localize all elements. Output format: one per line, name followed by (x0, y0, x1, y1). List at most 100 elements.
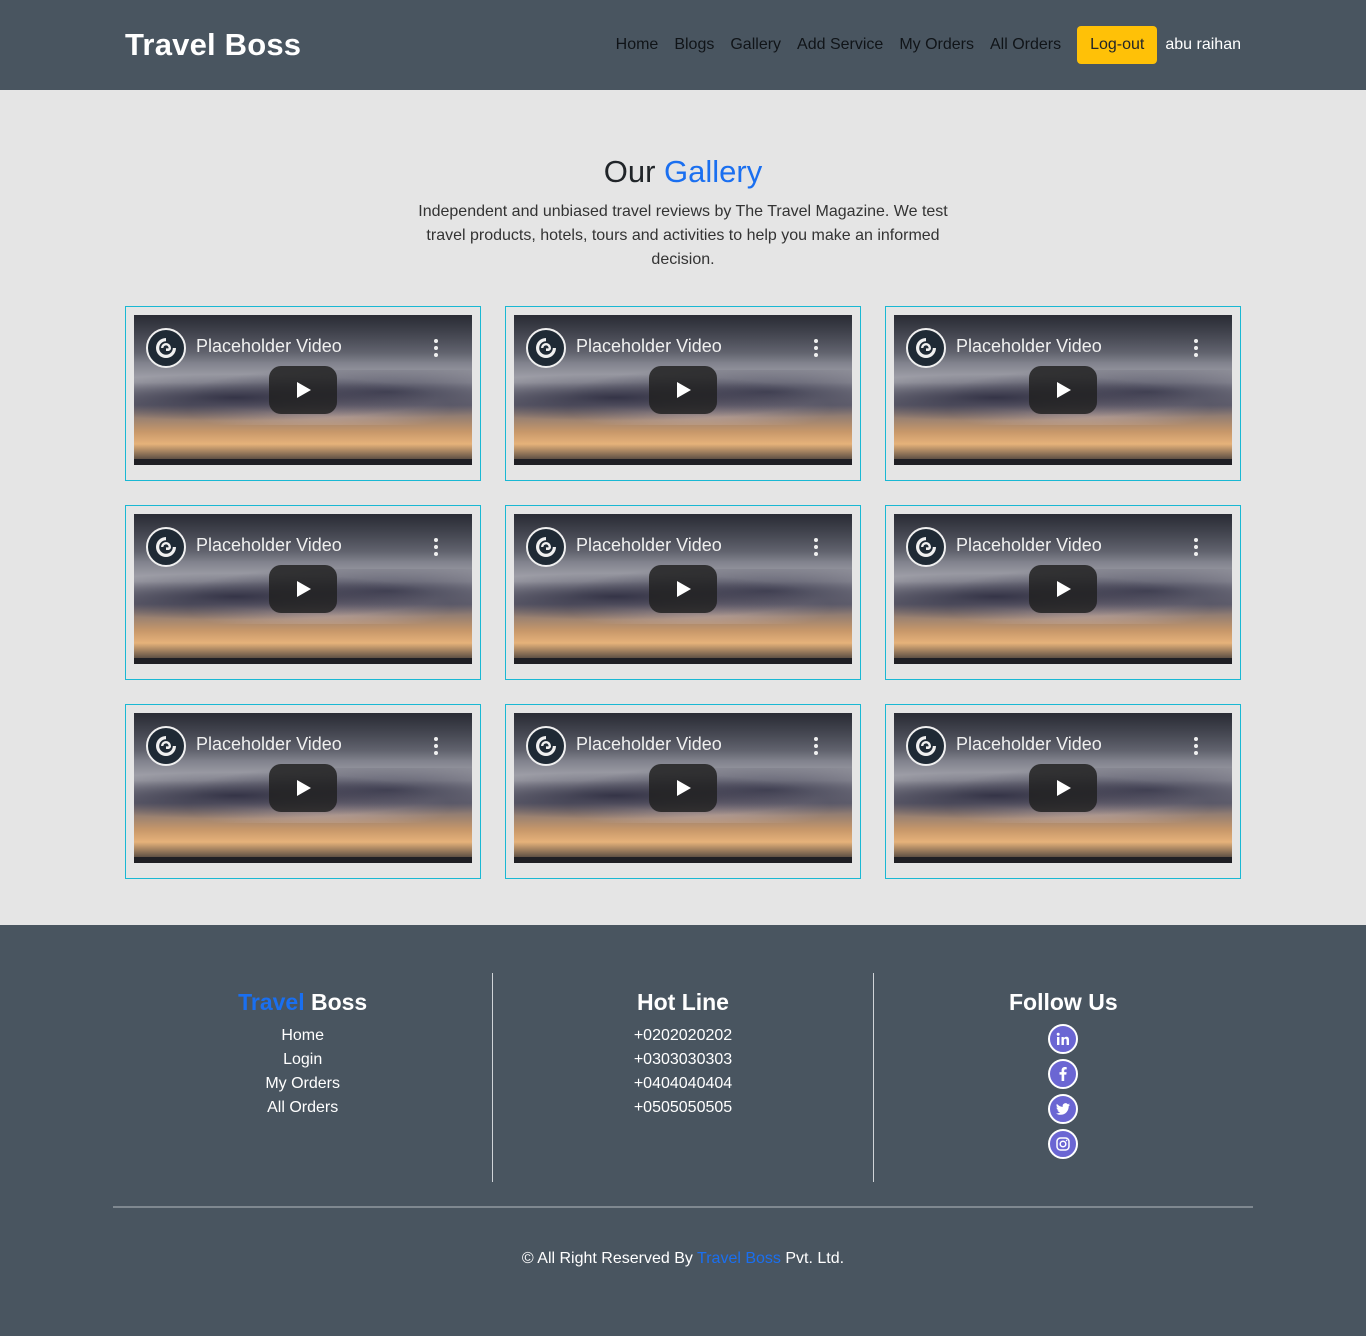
footer-link-my-orders[interactable]: My Orders (113, 1072, 492, 1096)
video-horizon (514, 658, 852, 664)
social-links (874, 1024, 1253, 1159)
more-options-icon[interactable] (1194, 339, 1198, 357)
video-horizon (894, 658, 1232, 664)
more-options-icon[interactable] (1194, 737, 1198, 755)
copyright-brand: Travel Boss (697, 1250, 781, 1267)
nav-my-orders[interactable]: My Orders (899, 36, 974, 54)
nav-home[interactable]: Home (616, 36, 659, 54)
channel-avatar-icon[interactable] (906, 726, 946, 766)
more-options-icon[interactable] (814, 538, 818, 556)
play-button[interactable] (1029, 366, 1097, 414)
play-button[interactable] (649, 366, 717, 414)
hotline-title: Hot Line (636, 989, 729, 1015)
video-title[interactable]: Placeholder Video (196, 336, 342, 357)
footer-follow-column: Follow Us (874, 973, 1253, 1182)
hotline-phone: +0505050505 (633, 1099, 733, 1116)
copyright-suffix: Pvt. Ltd. (785, 1250, 845, 1267)
footer-link-home[interactable]: Home (113, 1024, 492, 1048)
video-horizon (514, 857, 852, 863)
nav-add-service[interactable]: Add Service (797, 36, 883, 54)
linkedin-icon[interactable] (1048, 1024, 1079, 1054)
facebook-icon[interactable] (1048, 1059, 1079, 1089)
video-embed[interactable]: Placeholder Video (894, 315, 1232, 465)
play-button[interactable] (269, 565, 337, 613)
more-options-icon[interactable] (1194, 538, 1198, 556)
instagram-icon[interactable] (1048, 1129, 1079, 1159)
channel-avatar-icon[interactable] (146, 328, 186, 368)
play-icon (297, 780, 311, 796)
video-embed[interactable]: Placeholder Video (134, 315, 472, 465)
main-nav: Home Blogs Gallery Add Service My Orders… (616, 26, 1241, 64)
video-embed[interactable]: Placeholder Video (514, 514, 852, 664)
more-options-icon[interactable] (434, 538, 438, 556)
top-navbar: Travel Boss Home Blogs Gallery Add Servi… (0, 0, 1366, 90)
play-button[interactable] (649, 764, 717, 812)
video-title[interactable]: Placeholder Video (576, 734, 722, 755)
gallery-section: Our Gallery Independent and unbiased tra… (0, 90, 1366, 925)
video-card: Placeholder Video (885, 306, 1241, 481)
video-embed[interactable]: Placeholder Video (894, 514, 1232, 664)
video-title[interactable]: Placeholder Video (576, 336, 722, 357)
more-options-icon[interactable] (434, 339, 438, 357)
more-options-icon[interactable] (814, 339, 818, 357)
play-icon (297, 581, 311, 597)
footer-divider (113, 1206, 1253, 1208)
play-icon (677, 382, 691, 398)
logout-button[interactable]: Log-out (1077, 26, 1158, 64)
play-button[interactable] (649, 565, 717, 613)
play-button[interactable] (269, 764, 337, 812)
hotline-phone: +0202020202 (633, 1027, 733, 1044)
video-embed[interactable]: Placeholder Video (134, 713, 472, 863)
play-button[interactable] (1029, 565, 1097, 613)
hotline-phone: +0303030303 (633, 1051, 733, 1068)
channel-avatar-icon[interactable] (526, 328, 566, 368)
footer-link-login[interactable]: Login (113, 1048, 492, 1072)
video-title[interactable]: Placeholder Video (196, 734, 342, 755)
user-name: abu raihan (1165, 36, 1241, 53)
footer: Travel Boss Home Login My Orders All Ord… (0, 925, 1366, 1336)
video-horizon (894, 459, 1232, 465)
video-horizon (514, 459, 852, 465)
footer-brand-column: Travel Boss Home Login My Orders All Ord… (113, 973, 492, 1182)
hotline-phone: +0404040404 (633, 1075, 733, 1092)
video-card: Placeholder Video (505, 704, 861, 879)
video-embed[interactable]: Placeholder Video (894, 713, 1232, 863)
footer-brand-accent: Travel (238, 989, 305, 1015)
channel-avatar-icon[interactable] (526, 726, 566, 766)
channel-avatar-icon[interactable] (906, 527, 946, 567)
page-subtitle: Independent and unbiased travel reviews … (418, 203, 948, 268)
channel-avatar-icon[interactable] (146, 726, 186, 766)
play-button[interactable] (269, 366, 337, 414)
video-embed[interactable]: Placeholder Video (514, 315, 852, 465)
twitter-icon[interactable] (1048, 1094, 1079, 1124)
channel-avatar-icon[interactable] (906, 328, 946, 368)
video-card: Placeholder Video (885, 505, 1241, 680)
video-embed[interactable]: Placeholder Video (514, 713, 852, 863)
footer-brand-plain: Boss (310, 989, 368, 1015)
brand-logo[interactable]: Travel Boss (125, 27, 301, 63)
play-icon (1057, 581, 1071, 597)
video-grid: Placeholder Video Placeholder Video Placeh… (125, 306, 1241, 879)
video-title[interactable]: Placeholder Video (576, 535, 722, 556)
video-horizon (134, 459, 472, 465)
play-button[interactable] (1029, 764, 1097, 812)
video-title[interactable]: Placeholder Video (956, 336, 1102, 357)
footer-link-all-orders[interactable]: All Orders (113, 1096, 492, 1120)
more-options-icon[interactable] (434, 737, 438, 755)
more-options-icon[interactable] (814, 737, 818, 755)
nav-blogs[interactable]: Blogs (674, 36, 714, 54)
channel-avatar-icon[interactable] (526, 527, 566, 567)
video-title[interactable]: Placeholder Video (196, 535, 342, 556)
video-card: Placeholder Video (885, 704, 1241, 879)
nav-all-orders[interactable]: All Orders (990, 36, 1061, 54)
nav-gallery[interactable]: Gallery (730, 36, 781, 54)
play-icon (1057, 382, 1071, 398)
play-icon (677, 780, 691, 796)
video-horizon (134, 857, 472, 863)
channel-avatar-icon[interactable] (146, 527, 186, 567)
copyright: © All Right Reserved By Travel Boss Pvt.… (0, 1250, 1366, 1268)
video-horizon (134, 658, 472, 664)
video-title[interactable]: Placeholder Video (956, 535, 1102, 556)
video-title[interactable]: Placeholder Video (956, 734, 1102, 755)
video-embed[interactable]: Placeholder Video (134, 514, 472, 664)
